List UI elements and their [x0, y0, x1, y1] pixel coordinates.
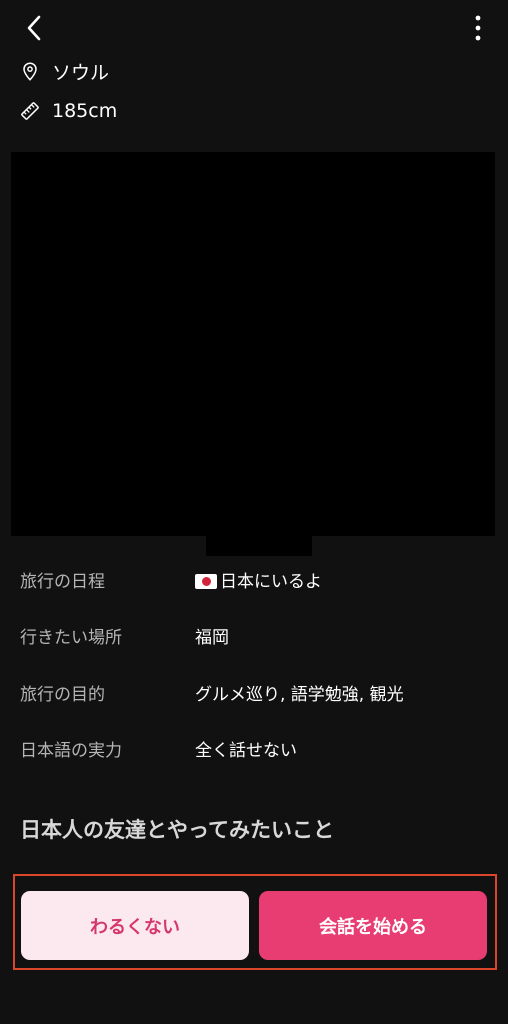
detail-row-destination: 行きたい場所 福岡 [20, 620, 490, 650]
profile-photo[interactable] [11, 152, 495, 536]
photo-indicator [206, 536, 312, 556]
detail-value: グルメ巡り, 語学勉強, 観光 [195, 684, 404, 705]
detail-label: 日本語の実力 [20, 740, 122, 761]
back-button[interactable] [14, 10, 54, 46]
height-row: 185cm [20, 100, 117, 122]
location-pin-icon [20, 62, 40, 82]
location-row: ソウル [20, 58, 109, 85]
location-text: ソウル [52, 62, 110, 84]
detail-value: 日本にいるよ [195, 567, 322, 592]
detail-label: 旅行の目的 [20, 684, 105, 705]
top-bar [0, 0, 508, 56]
detail-value: 全く話せない [195, 740, 297, 761]
detail-row-purpose: 旅行の目的 グルメ巡り, 語学勉強, 観光 [20, 677, 490, 707]
detail-label: 旅行の日程 [20, 571, 105, 592]
more-vertical-icon [475, 15, 481, 41]
detail-label: 行きたい場所 [20, 627, 122, 648]
detail-value: 福岡 [195, 627, 229, 648]
section-title: 日本人の友達とやってみたいこと [20, 818, 334, 842]
height-text: 185cm [52, 100, 118, 122]
jp-flag-icon [195, 573, 217, 589]
not-bad-button[interactable]: わるくない [21, 891, 249, 960]
detail-value-text: 日本にいるよ [220, 571, 322, 592]
detail-row-japanese-level: 日本語の実力 全く話せない [20, 733, 490, 763]
start-conversation-button[interactable]: 会話を始める [259, 891, 487, 960]
chevron-left-icon [27, 15, 41, 41]
detail-row-schedule: 旅行の日程 日本にいるよ [20, 564, 490, 594]
more-options-button[interactable] [466, 10, 490, 46]
ruler-icon [20, 101, 40, 121]
